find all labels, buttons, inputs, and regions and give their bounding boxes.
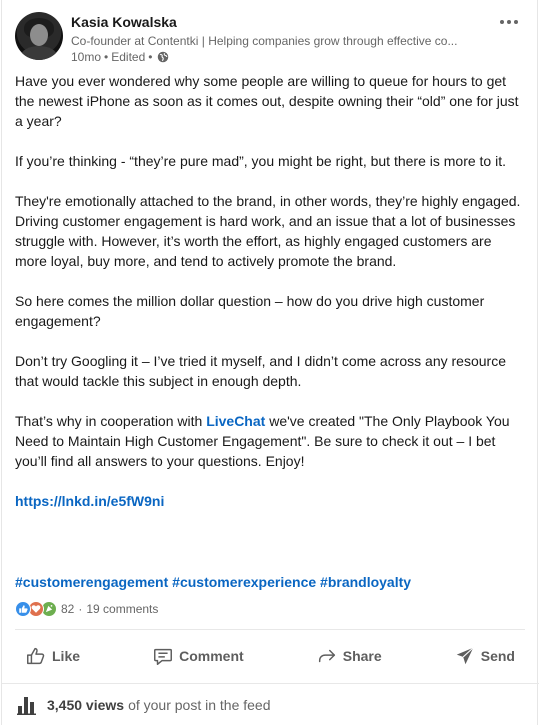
share-arrow-icon — [318, 649, 335, 663]
like-reaction-icon — [15, 601, 31, 617]
post-paragraph: Don’t try Googling it – I’ve tried it my… — [15, 353, 506, 389]
bar-chart-icon — [17, 696, 36, 715]
send-button[interactable]: Send — [444, 636, 525, 676]
share-label: Share — [342, 648, 382, 664]
hashtag-link[interactable]: #brandloyalty — [320, 574, 411, 590]
post-paragraph-cta: That’s why in cooperation with LiveChat … — [15, 411, 525, 471]
author-headline: Co-founder at Contentki | Helping compan… — [71, 34, 458, 48]
social-counts: 82 · 19 comments — [15, 600, 158, 618]
post-meta: 10mo • Edited • — [71, 50, 169, 64]
hashtag-link[interactable]: #customerengagement — [15, 574, 168, 590]
edited-label: Edited — [111, 50, 146, 64]
avatar-body — [21, 46, 57, 60]
count-separator: · — [78, 602, 83, 616]
post-paragraph: They're emotionally attached to the bran… — [15, 193, 521, 269]
post-paragraph: So here comes the million dollar questio… — [15, 293, 485, 329]
send-label: Send — [480, 648, 515, 664]
action-bar: Like Comment Share Send — [15, 636, 525, 676]
comment-button[interactable]: Comment — [142, 636, 254, 676]
reactions-stack[interactable] — [15, 601, 57, 617]
divider — [15, 629, 525, 630]
hashtags: #customerengagement #customerexperience … — [15, 572, 411, 592]
like-label: Like — [52, 648, 81, 664]
avatar-face — [30, 24, 48, 46]
like-button[interactable]: Like — [15, 636, 90, 676]
cta-text-before: That’s why in cooperation with — [15, 413, 207, 429]
post-card: Kasia Kowalska Co-founder at Contentki |… — [1, 0, 539, 725]
post-header: Kasia Kowalska Co-founder at Contentki |… — [15, 10, 525, 65]
thumbs-up-icon — [27, 647, 45, 665]
livechat-mention-link[interactable]: LiveChat — [206, 413, 265, 429]
comment-icon — [154, 648, 173, 665]
comments-count[interactable]: 19 comments — [86, 602, 158, 616]
post-body: Have you ever wondered why some people a… — [15, 71, 525, 531]
views-count: 3,450 views — [47, 696, 125, 713]
share-button[interactable]: Share — [306, 636, 392, 676]
more-dot-icon — [507, 20, 511, 24]
avatar[interactable] — [15, 12, 63, 60]
author-name[interactable]: Kasia Kowalska — [71, 14, 177, 30]
post-paragraph: If you’re thinking - “they’re pure mad”,… — [15, 153, 506, 169]
more-dot-icon — [500, 20, 504, 24]
reaction-count[interactable]: 82 — [61, 602, 74, 616]
meta-separator: • — [104, 50, 109, 64]
meta-separator-2: • — [148, 50, 153, 64]
post-time: 10mo — [71, 50, 102, 64]
views-suffix: of your post in the feed — [128, 696, 271, 713]
analytics-footer[interactable]: 3,450 views of your post in the feed — [2, 683, 539, 725]
comment-label: Comment — [179, 648, 244, 664]
hashtag-link[interactable]: #customerexperience — [172, 574, 316, 590]
post-link[interactable]: https://lnkd.in/e5fW9ni — [15, 493, 164, 509]
more-options-button[interactable] — [495, 12, 523, 32]
send-icon — [456, 647, 474, 665]
post-paragraph: Have you ever wondered why some people a… — [15, 73, 519, 129]
more-dot-icon — [514, 20, 518, 24]
post-link-paragraph: https://lnkd.in/e5fW9ni — [15, 491, 525, 511]
globe-icon — [158, 51, 169, 63]
